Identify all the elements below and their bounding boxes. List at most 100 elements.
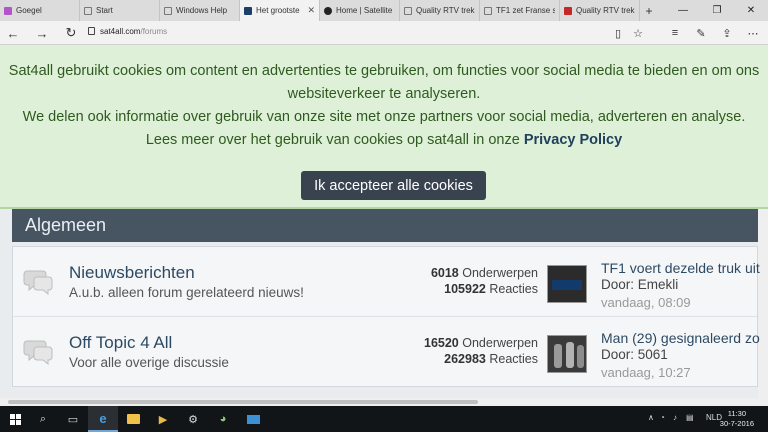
- cookie-text-prefix: Lees meer over het gebruik van cookies o…: [145, 132, 524, 148]
- url-domain: sat4all.com: [100, 27, 141, 36]
- replies-label: Reacties: [489, 282, 538, 296]
- privacy-policy-link[interactable]: Privacy Policy: [524, 132, 622, 148]
- minimize-icon[interactable]: —: [666, 0, 700, 21]
- tray-arrow-icon[interactable]: ∧: [648, 413, 654, 422]
- tab-het-grootste[interactable]: Het grootste ✕: [240, 0, 320, 21]
- tab-quality-rtv-1[interactable]: Quality RTV trek: [400, 0, 480, 21]
- windows-logo: [9, 413, 21, 425]
- tab-windows-help[interactable]: Windows Help: [160, 0, 240, 21]
- clock[interactable]: 11:30 30-7-2016: [720, 409, 754, 429]
- cookie-text-line: We delen ook informatie over gebruik van…: [22, 109, 746, 125]
- action-center-icon[interactable]: ▤: [686, 413, 694, 422]
- close-window-icon[interactable]: ✕: [734, 0, 768, 21]
- mail-shape: [246, 414, 260, 424]
- section-title: Algemeen: [25, 215, 107, 235]
- last-post-author: Door: 5061: [601, 347, 668, 362]
- accept-cookies-button[interactable]: Ik accepteer alle cookies: [301, 171, 486, 200]
- tab-title: TF1 zet Franse s: [496, 6, 555, 15]
- section-header: Algemeen: [12, 209, 758, 242]
- task-view-icon[interactable]: ▭: [58, 406, 88, 432]
- app-icon[interactable]: ◕: [208, 406, 238, 432]
- tab-title: Home | Satellite: [336, 6, 393, 15]
- replies-count: 105922: [444, 282, 486, 296]
- forum-title[interactable]: Nieuwsberichten: [69, 263, 195, 283]
- back-icon[interactable]: ←: [4, 24, 22, 42]
- replies-label: Reacties: [489, 352, 538, 366]
- play-shape: ▶: [158, 413, 168, 426]
- new-tab-button[interactable]: +: [640, 0, 658, 21]
- last-post-title[interactable]: TF1 voert dezelde truk uit: [601, 260, 760, 276]
- tab-favicon: [564, 6, 572, 15]
- forum-bubble-icon: [23, 340, 53, 366]
- forum-stats: 16520 Onderwerpen 262983 Reacties: [393, 335, 538, 367]
- topics-count: 6018: [430, 266, 459, 280]
- mail-icon[interactable]: [238, 406, 268, 432]
- cookie-text-line: Sat4all gebruikt cookies om content en a…: [8, 63, 760, 79]
- thumbnail-graphic: [566, 342, 574, 368]
- media-player-icon[interactable]: ▶: [148, 406, 178, 432]
- window-controls: — ❐ ✕: [666, 0, 768, 21]
- last-post-title[interactable]: Man (29) gesignaleerd zo: [601, 330, 760, 346]
- address-bar: ← → ↻ sat4all.com/forums ▯ ☆ ≡ ✎ ⇪ ⋯: [0, 21, 768, 45]
- web-note-icon[interactable]: ✎: [692, 24, 710, 42]
- lock-icon: [88, 27, 95, 35]
- forum-description: Voor alle overige discussie: [69, 355, 229, 370]
- topics-label: Onderwerpen: [462, 266, 538, 280]
- tab-title: Start: [96, 6, 113, 15]
- last-post-thumbnail[interactable]: [547, 265, 587, 303]
- last-post-author: Door: Emekli: [601, 277, 679, 292]
- edge-logo: e: [99, 410, 107, 426]
- page-icon: [164, 6, 172, 15]
- windows-start-icon[interactable]: [0, 406, 30, 432]
- taskbar: ⌕ ▭ e ▶ ⚙ ◕ ∧ ◔ ♪ ▤ NLD 11:30 30-7-2016: [0, 406, 768, 432]
- close-tab-icon[interactable]: ✕: [307, 5, 315, 16]
- forum-stats: 6018 Onderwerpen 105922 Reacties: [393, 265, 538, 297]
- tab-tf1[interactable]: TF1 zet Franse s: [480, 0, 560, 21]
- tab-quality-rtv-2[interactable]: Quality RTV trek: [560, 0, 640, 21]
- forum-bubble-icon: [23, 270, 53, 296]
- tab-title: Windows Help: [176, 6, 228, 15]
- topics-count: 16520: [424, 336, 459, 350]
- replies-count: 262983: [444, 352, 486, 366]
- url-path: /forums: [140, 27, 168, 36]
- thumbnail-graphic: [577, 345, 584, 368]
- thumbnail-graphic: [554, 344, 562, 368]
- volume-icon[interactable]: ♪: [673, 413, 677, 422]
- url-field[interactable]: sat4all.com/forums: [100, 27, 167, 36]
- cookie-text-line: Lees meer over het gebruik van cookies o…: [0, 129, 768, 152]
- forum-row: Nieuwsberichten A.u.b. alleen forum gere…: [13, 247, 760, 317]
- cookie-text-line: websiteverkeer te analyseren.: [287, 86, 481, 102]
- refresh-icon[interactable]: ↻: [62, 24, 80, 42]
- maximize-icon[interactable]: ❐: [700, 0, 734, 21]
- topics-label: Onderwerpen: [462, 336, 538, 350]
- forum-title[interactable]: Off Topic 4 All: [69, 333, 172, 353]
- network-icon[interactable]: ◔: [660, 413, 665, 422]
- tab-favicon: [4, 6, 12, 15]
- tab-goegel[interactable]: Goegel: [0, 0, 80, 21]
- tab-home-satellite[interactable]: Home | Satellite: [320, 0, 400, 21]
- forum-row: Off Topic 4 All Voor alle overige discus…: [13, 317, 760, 387]
- share-icon[interactable]: ⇪: [718, 24, 736, 42]
- more-icon[interactable]: ⋯: [744, 24, 762, 42]
- tab-favicon: [324, 6, 332, 15]
- folder-shape: [126, 414, 140, 424]
- scrollbar-thumb[interactable]: [8, 400, 478, 404]
- tab-title: Het grootste: [256, 6, 300, 15]
- app-shape: ◕: [219, 413, 227, 425]
- tab-title: Goegel: [16, 6, 42, 15]
- favorite-star-icon[interactable]: ☆: [629, 24, 647, 42]
- horizontal-scrollbar[interactable]: [0, 398, 768, 406]
- edge-browser-icon[interactable]: e: [88, 406, 118, 432]
- last-post-time: vandaag, 10:27: [601, 365, 691, 380]
- reading-view-icon[interactable]: ▯: [609, 24, 627, 42]
- last-post-time: vandaag, 08:09: [601, 295, 691, 310]
- hub-icon[interactable]: ≡: [666, 24, 684, 42]
- tab-bar: Goegel Start Windows Help Het grootste ✕ …: [0, 0, 768, 21]
- search-icon[interactable]: ⌕: [28, 406, 58, 432]
- file-explorer-icon[interactable]: [118, 406, 148, 432]
- settings-gear-icon[interactable]: ⚙: [178, 406, 208, 432]
- forward-icon[interactable]: →: [33, 24, 51, 42]
- clock-date: 30-7-2016: [719, 419, 754, 428]
- last-post-thumbnail[interactable]: [547, 335, 587, 373]
- tab-start[interactable]: Start: [80, 0, 160, 21]
